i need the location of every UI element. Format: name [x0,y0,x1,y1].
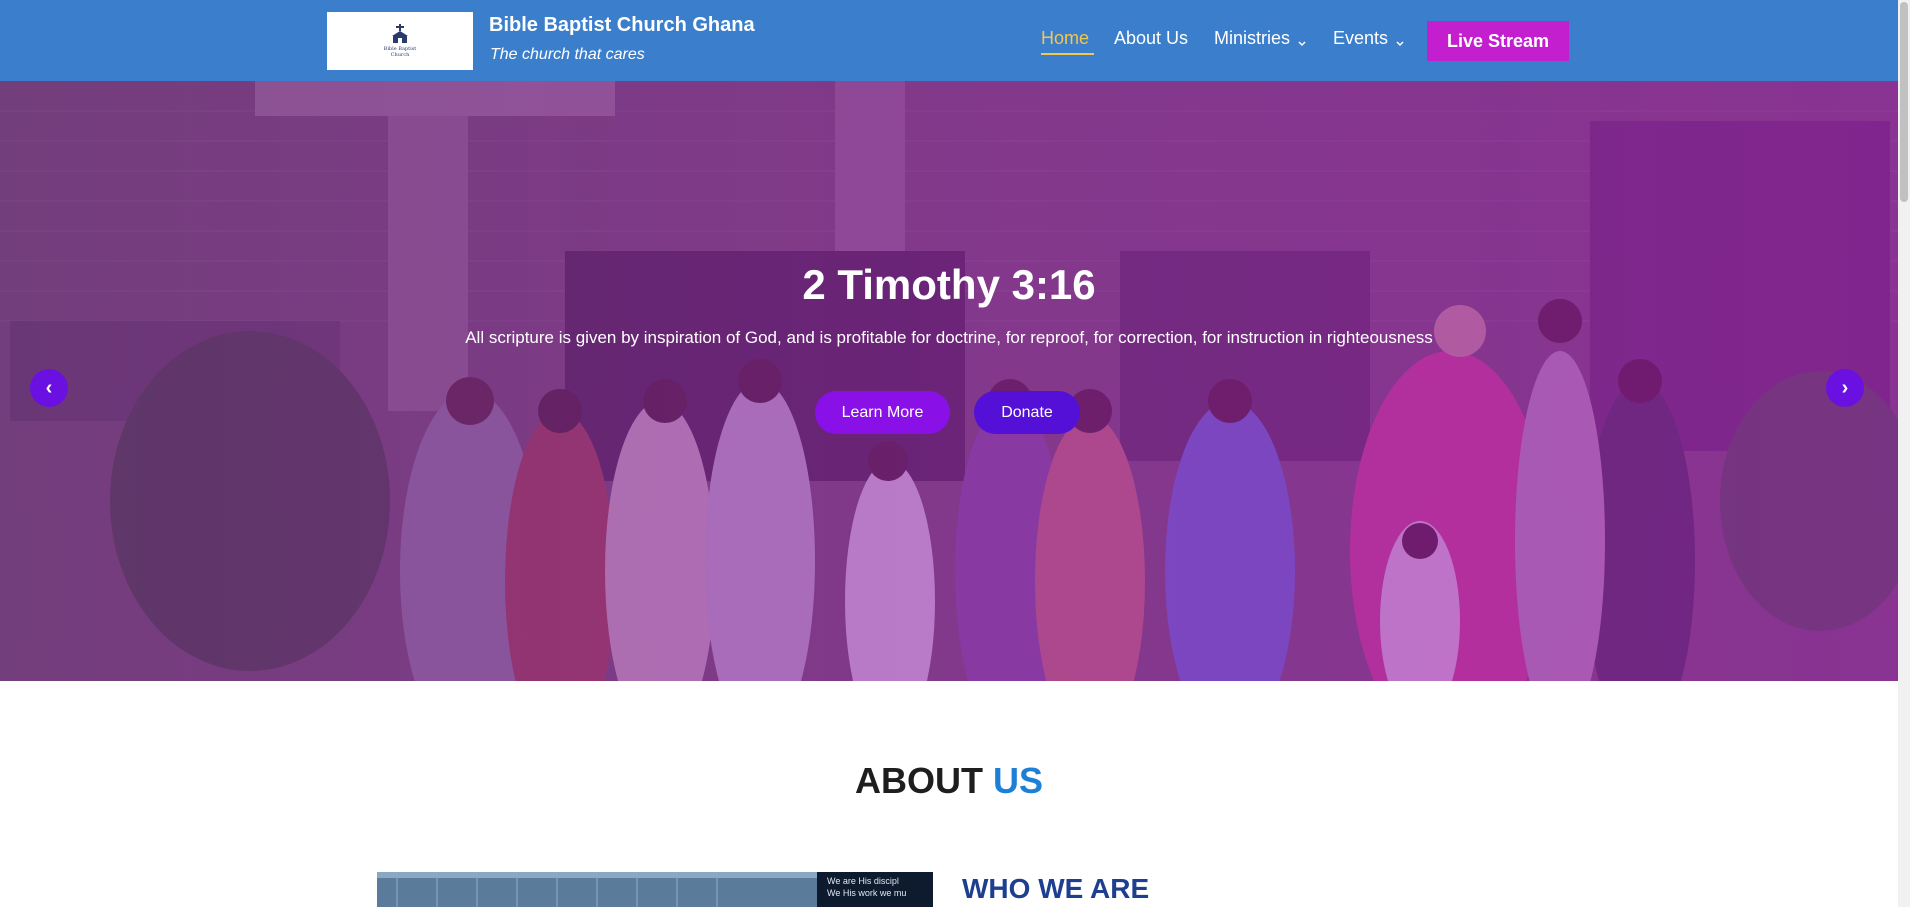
hero-carousel: 2 Timothy 3:16 All scripture is given by… [0,81,1898,681]
chevron-right-icon: › [1841,376,1849,399]
logo-text: Bible Baptist Church [383,46,417,58]
chevron-left-icon: ‹ [45,376,53,399]
nav-home-label: Home [1041,28,1090,48]
chevron-down-icon [1296,33,1308,46]
page-scrollbar[interactable] [1898,0,1910,907]
about-photo: We are His discipl We His work we mu [377,872,933,907]
carousel-prev-button[interactable]: ‹ [30,369,68,407]
hero-purple-overlay [0,81,1898,681]
nav-events[interactable]: Events [1333,28,1406,49]
carousel-next-button[interactable]: › [1826,369,1864,407]
about-heading-main: ABOUT [854,760,993,801]
nav-about-us[interactable]: About Us [1114,28,1188,49]
live-stream-button[interactable]: Live Stream [1427,21,1569,61]
nav-ministries[interactable]: Ministries [1214,28,1308,49]
about-heading-accent: US [992,760,1043,801]
donate-button[interactable]: Donate [974,391,1080,434]
nav-ministries-label: Ministries [1214,28,1291,48]
site-header: Bible Baptist Church Bible Baptist Churc… [0,0,1898,81]
photo-screen-text-2: We His work we mu [827,888,906,898]
active-nav-indicator [1041,53,1094,55]
who-we-are-heading: WHO WE ARE [962,873,1150,904]
hero-scripture-text: All scripture is given by inspiration of… [465,328,1433,347]
hero-title: 2 Timothy 3:16 [802,261,1096,308]
nav-home[interactable]: Home [1041,28,1089,49]
church-icon [389,24,411,44]
scrollbar-thumb[interactable] [1900,2,1908,202]
photo-screen-text-1: We are His discipl [827,876,899,886]
about-us-heading: ABOUT US [0,760,1898,802]
chevron-down-icon [1394,33,1406,46]
site-title[interactable]: Bible Baptist Church Ghana [489,14,755,37]
learn-more-button[interactable]: Learn More [815,391,950,434]
nav-about-label: About Us [1114,28,1189,48]
site-tagline: The church that cares [490,46,645,63]
site-logo[interactable]: Bible Baptist Church [327,12,473,70]
nav-events-label: Events [1333,28,1389,48]
